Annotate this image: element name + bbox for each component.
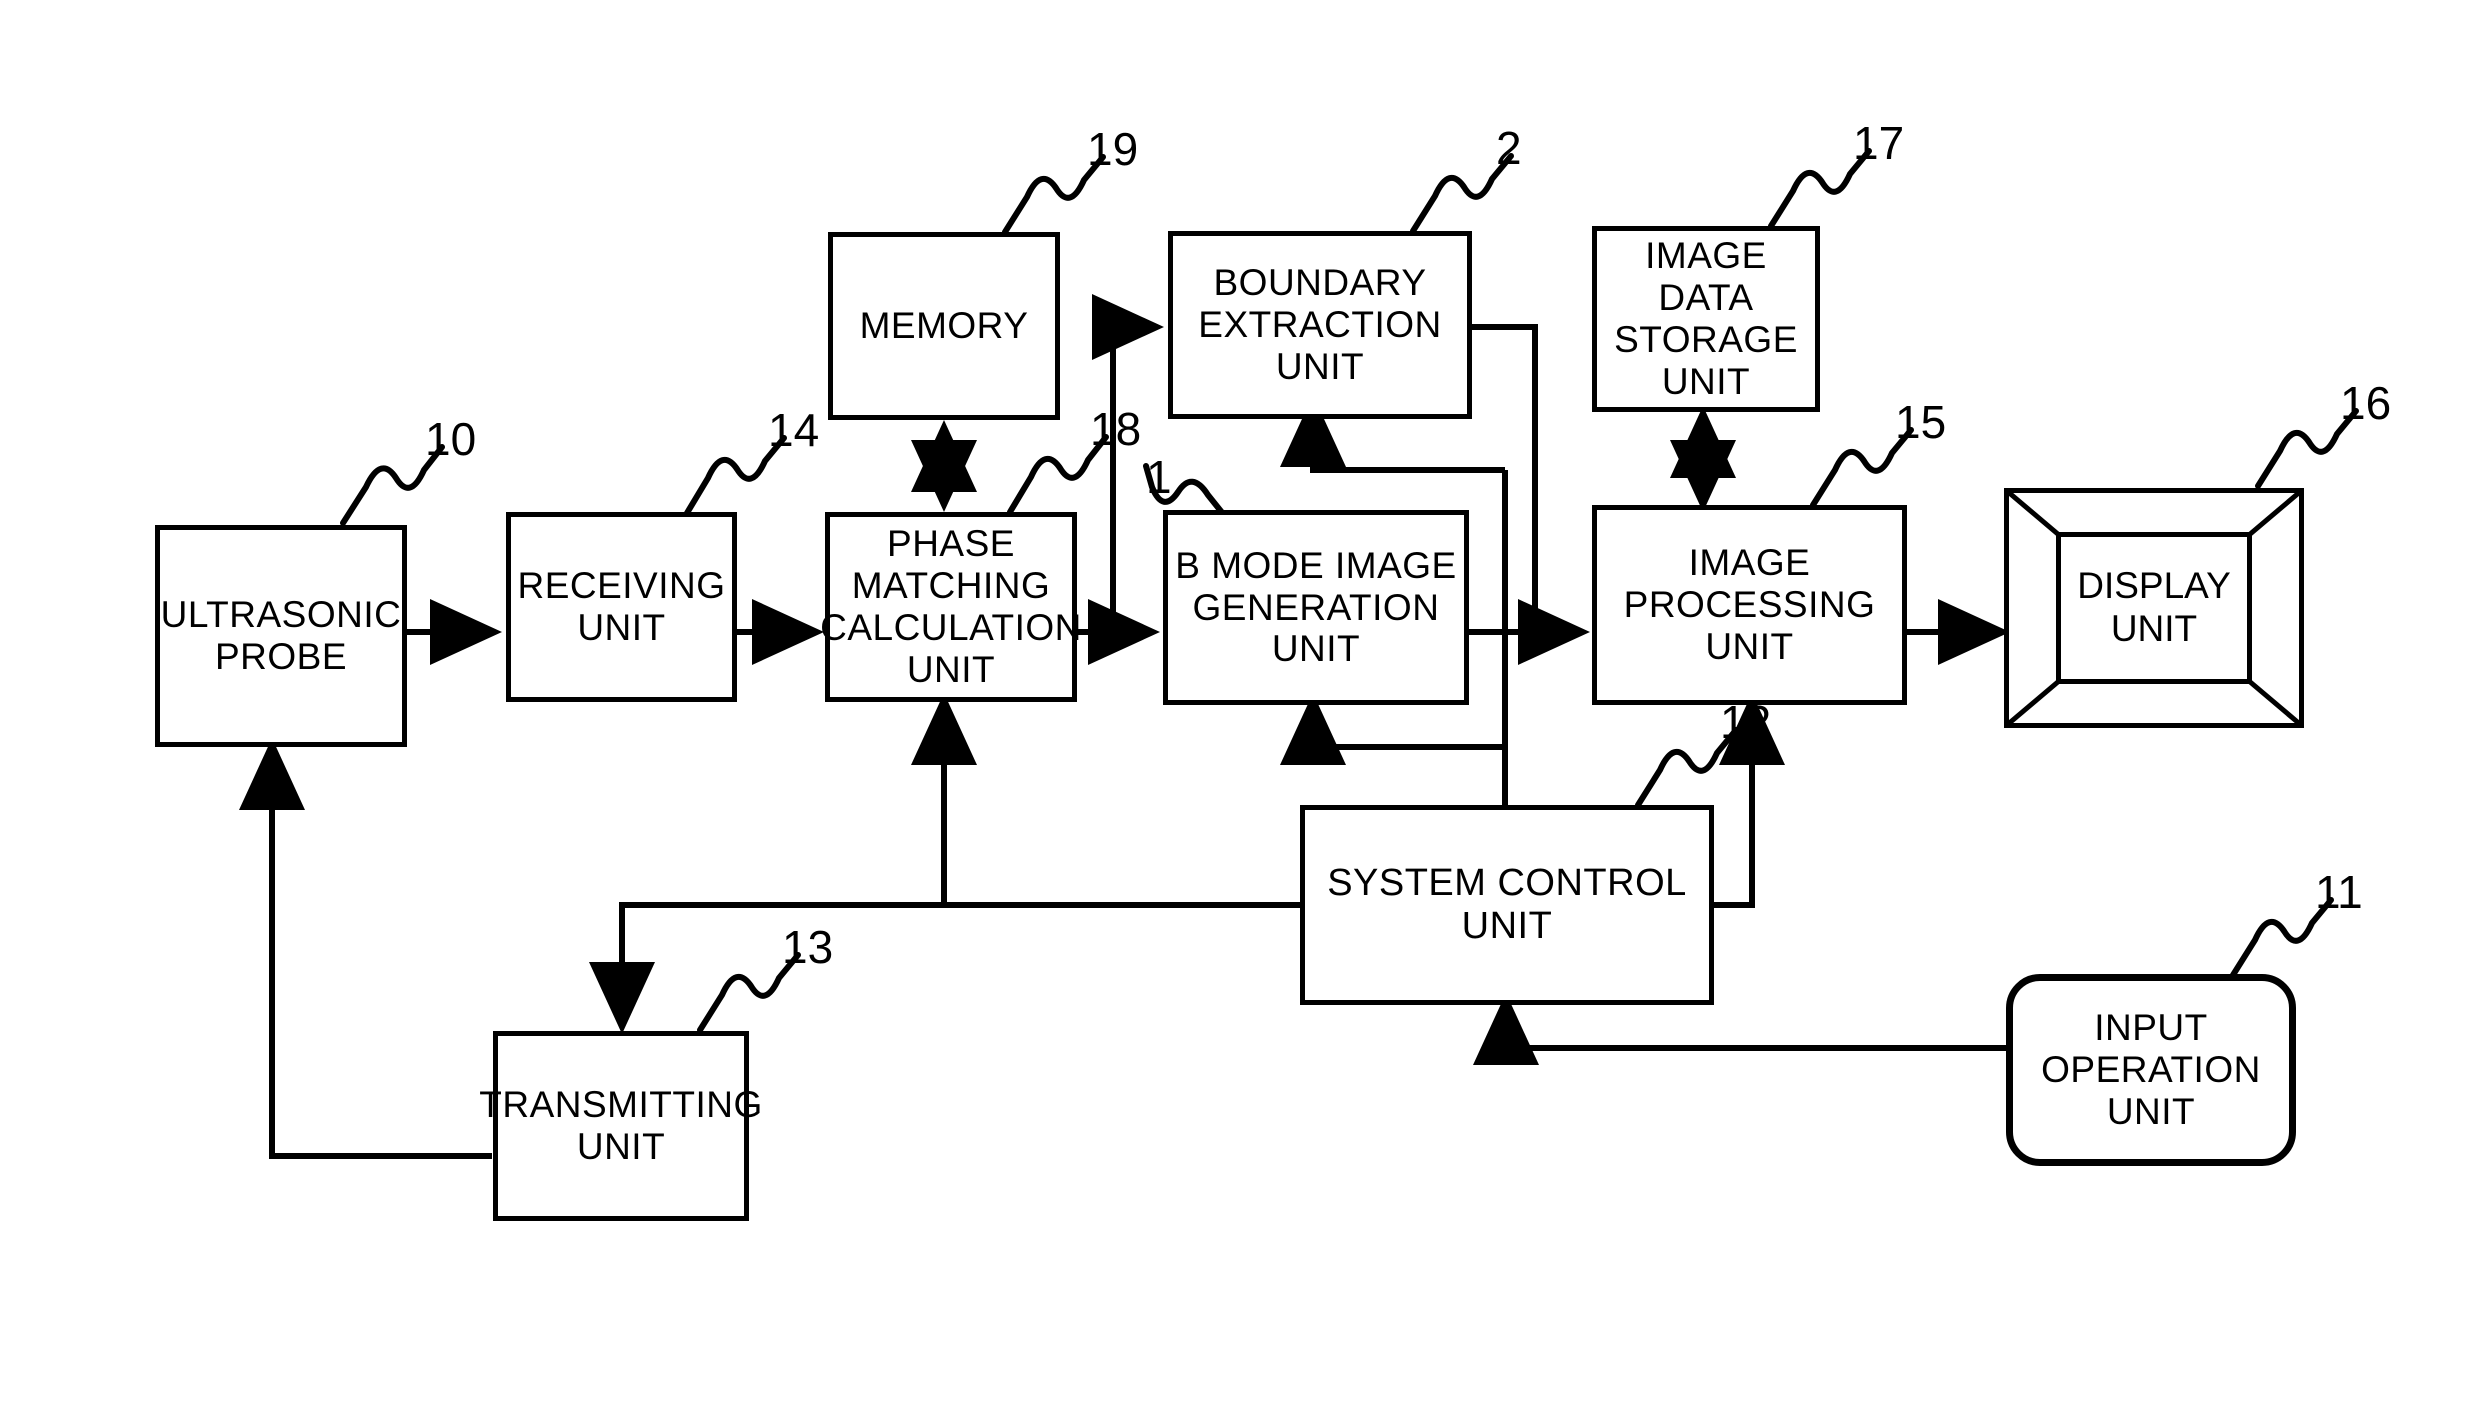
ref-numeral-16: 16 xyxy=(2340,377,2392,429)
ref-numeral-13: 13 xyxy=(782,921,834,973)
block-label-display-unit: DISPLAY UNIT xyxy=(2077,565,2231,649)
ref-numeral-12: 12 xyxy=(1720,696,1772,748)
block-phase-matching-calculation-unit[interactable]: PHASE MATCHING CALCULATION UNIT xyxy=(820,512,1081,702)
ref-numeral-17: 17 xyxy=(1853,117,1905,169)
ref-numeral-2: 2 xyxy=(1496,122,1522,174)
block-input-operation-unit[interactable]: INPUT OPERATION UNIT xyxy=(2006,974,2296,1166)
ref-numeral-19: 19 xyxy=(1087,123,1139,175)
ref-numeral-10: 10 xyxy=(425,413,477,465)
block-label-phase-matching-calculation-unit: PHASE MATCHING CALCULATION UNIT xyxy=(820,523,1082,690)
block-label-receiving-unit: RECEIVING UNIT xyxy=(517,565,726,648)
wire-transmit-to-probe xyxy=(239,738,492,1159)
ref-numeral-18: 18 xyxy=(1090,403,1142,455)
wire-input-to-scu xyxy=(1473,993,2006,1065)
figure-canvas: ULTRASONIC PROBE RECEIVING UNIT PHASE MA… xyxy=(0,0,2475,1402)
block-label-memory: MEMORY xyxy=(859,305,1029,347)
block-image-processing-unit[interactable]: IMAGE PROCESSING UNIT xyxy=(1592,505,1907,705)
block-label-boundary-extraction-unit: BOUNDARY EXTRACTION UNIT xyxy=(1198,262,1442,387)
block-b-mode-image-generation-unit[interactable]: B MODE IMAGE GENERATION UNIT xyxy=(1163,510,1469,705)
wire-scu-to-bmode xyxy=(1280,693,1505,765)
ref-numeral-14: 14 xyxy=(768,404,820,456)
block-transmitting-unit[interactable]: TRANSMITTING UNIT xyxy=(479,1031,762,1221)
block-label-b-mode-image-generation-unit: B MODE IMAGE GENERATION UNIT xyxy=(1175,544,1457,670)
block-system-control-unit[interactable]: SYSTEM CONTROL UNIT xyxy=(1300,805,1714,1005)
block-label-image-data-storage-unit: IMAGE DATA STORAGE UNIT xyxy=(1614,235,1798,402)
block-display-unit[interactable]: DISPLAY UNIT xyxy=(2004,488,2304,728)
ref-numeral-1: 1 xyxy=(1146,451,1172,503)
block-ultrasonic-probe[interactable]: ULTRASONIC PROBE xyxy=(155,525,407,747)
display-screen: DISPLAY UNIT xyxy=(2056,532,2252,684)
block-label-transmitting-unit: TRANSMITTING UNIT xyxy=(479,1084,763,1167)
block-label-ultrasonic-probe: ULTRASONIC PROBE xyxy=(160,594,402,677)
ref-numeral-15: 15 xyxy=(1895,396,1947,448)
wire-scu-left-bus xyxy=(589,902,1300,1034)
ref-numeral-11: 11 xyxy=(2315,866,2363,918)
block-boundary-extraction-unit[interactable]: BOUNDARY EXTRACTION UNIT xyxy=(1168,231,1472,419)
block-label-image-processing-unit: IMAGE PROCESSING UNIT xyxy=(1623,542,1876,667)
block-label-input-operation-unit: INPUT OPERATION UNIT xyxy=(2041,1007,2261,1132)
block-label-system-control-unit: SYSTEM CONTROL UNIT xyxy=(1327,862,1687,947)
block-image-data-storage-unit[interactable]: IMAGE DATA STORAGE UNIT xyxy=(1592,226,1820,412)
block-memory[interactable]: MEMORY xyxy=(828,232,1060,420)
block-receiving-unit[interactable]: RECEIVING UNIT xyxy=(506,512,737,702)
